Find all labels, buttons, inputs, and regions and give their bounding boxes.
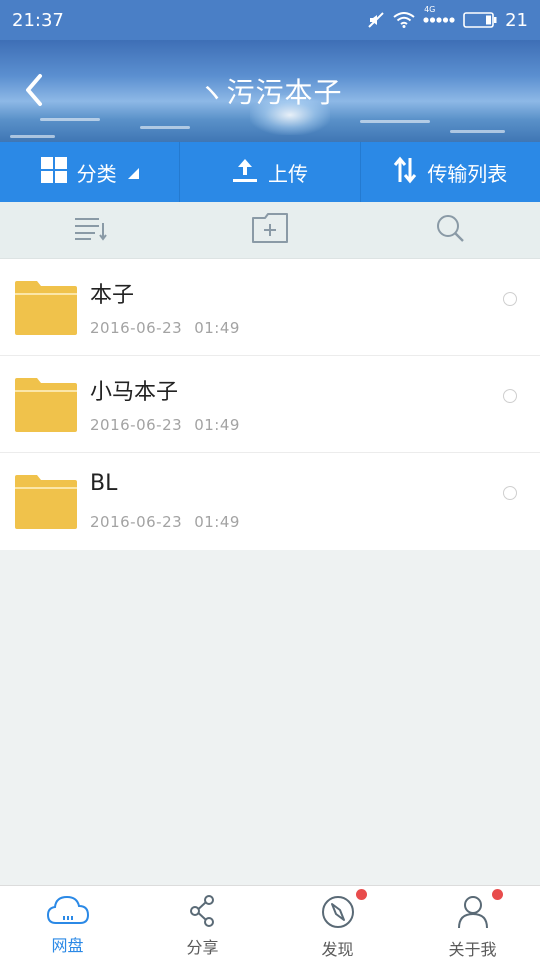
nav-netdisk[interactable]: 网盘 xyxy=(0,886,135,960)
status-time: 21:37 xyxy=(12,9,64,31)
file-name: BL xyxy=(90,471,118,496)
list-item[interactable]: BL 2016-06-23 01:49 xyxy=(0,453,540,550)
folder-icon xyxy=(15,473,77,533)
compass-icon xyxy=(320,894,356,934)
category-label: 分类 xyxy=(76,161,117,186)
file-name: 本子 xyxy=(90,283,135,308)
upload-icon xyxy=(232,157,258,188)
share-icon xyxy=(187,894,219,932)
file-date: 2016-06-23 01:49 xyxy=(90,416,252,434)
notification-dot xyxy=(492,889,503,900)
file-list: 本子 2016-06-23 01:49 小马本子 2016-06-23 01:49 … xyxy=(0,259,540,550)
banner-wave xyxy=(10,135,55,138)
grid-icon xyxy=(40,156,67,188)
upload-label: 上传 xyxy=(267,161,308,186)
sort-button[interactable] xyxy=(0,202,180,258)
dropdown-triangle-icon xyxy=(127,160,139,184)
file-date: 2016-06-23 01:49 xyxy=(90,513,252,531)
bottom-nav: 网盘 分享 发现 关于我 xyxy=(0,885,540,960)
select-radio[interactable] xyxy=(503,292,517,306)
nav-label: 网盘 xyxy=(51,936,84,955)
status-icons: 4G 21 xyxy=(367,5,528,31)
list-item[interactable]: 小马本子 2016-06-23 01:49 xyxy=(0,356,540,453)
transfer-label: 传输列表 xyxy=(427,161,508,186)
folder-icon xyxy=(15,279,77,339)
banner-wave xyxy=(360,120,430,123)
banner-wave xyxy=(40,118,100,121)
battery-icon xyxy=(463,12,497,28)
list-item[interactable]: 本子 2016-06-23 01:49 xyxy=(0,259,540,356)
header-banner: ヽ污污本子 xyxy=(0,40,540,142)
battery-level: 21 xyxy=(505,9,528,31)
nav-about-me[interactable]: 关于我 xyxy=(405,886,540,960)
status-bar: 21:37 4G 21 xyxy=(0,0,540,40)
nav-discover[interactable]: 发现 xyxy=(270,886,405,960)
page-title: ヽ污污本子 xyxy=(197,76,343,109)
file-date-time: 01:49 xyxy=(194,319,240,337)
banner-wave xyxy=(450,130,505,133)
file-date-day: 2016-06-23 xyxy=(90,513,183,531)
network-type: 4G xyxy=(424,5,436,14)
select-radio[interactable] xyxy=(503,389,517,403)
transfer-list-button[interactable]: 传输列表 xyxy=(361,142,540,202)
select-radio[interactable] xyxy=(503,486,517,500)
action-bar: 分类 上传 传输列表 xyxy=(0,142,540,202)
signal-icon: 4G xyxy=(423,5,455,25)
wifi-icon xyxy=(393,12,415,28)
sort-list-icon xyxy=(73,215,107,245)
toolbar xyxy=(0,202,540,259)
search-icon xyxy=(435,213,465,247)
banner-wave xyxy=(140,126,190,129)
nav-share[interactable]: 分享 xyxy=(135,886,270,960)
nav-label: 分享 xyxy=(186,938,219,957)
file-date: 2016-06-23 01:49 xyxy=(90,319,252,337)
file-name: 小马本子 xyxy=(90,380,179,405)
file-date-day: 2016-06-23 xyxy=(90,416,183,434)
mute-icon xyxy=(367,11,385,29)
category-button[interactable]: 分类 xyxy=(0,142,181,202)
file-date-time: 01:49 xyxy=(194,513,240,531)
upload-button[interactable]: 上传 xyxy=(180,142,361,202)
user-icon xyxy=(456,894,490,934)
nav-label: 关于我 xyxy=(448,940,497,959)
transfer-arrows-icon xyxy=(393,156,417,189)
new-folder-button[interactable] xyxy=(180,202,360,258)
file-date-day: 2016-06-23 xyxy=(90,319,183,337)
file-date-time: 01:49 xyxy=(194,416,240,434)
cloud-icon xyxy=(46,894,90,930)
notification-dot xyxy=(356,889,367,900)
nav-label: 发现 xyxy=(321,940,354,959)
new-folder-icon xyxy=(251,212,289,248)
folder-icon xyxy=(15,376,77,436)
search-button[interactable] xyxy=(360,202,540,258)
